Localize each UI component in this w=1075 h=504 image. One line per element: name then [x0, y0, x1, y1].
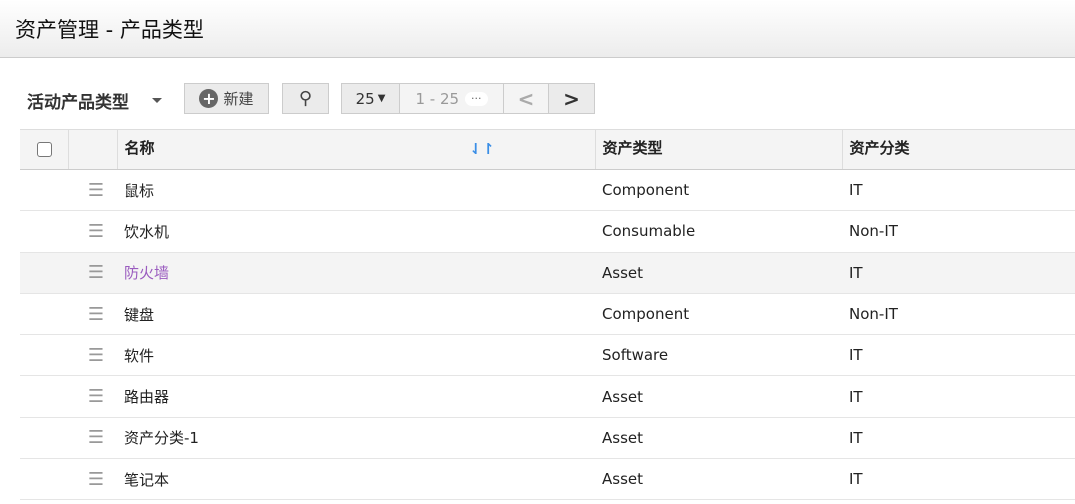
column-label: 名称: [124, 139, 155, 157]
asset-type-cell: Asset: [595, 458, 842, 501]
name-cell[interactable]: 键盘: [117, 293, 595, 336]
row-select-cell: [20, 169, 68, 212]
column-header-name[interactable]: 名称 ⇃↾: [116, 129, 595, 170]
select-all-header: [20, 129, 68, 170]
drag-handle-icon[interactable]: ☰: [68, 169, 117, 212]
name-cell[interactable]: 软件: [117, 334, 595, 377]
asset-category-cell: IT: [842, 334, 1075, 377]
view-selector[interactable]: 活动产品类型: [27, 88, 129, 119]
drag-handle-icon[interactable]: ☰: [68, 334, 117, 377]
new-label: 新建: [223, 90, 254, 108]
asset-category-cell: IT: [842, 417, 1075, 460]
drag-handle-icon[interactable]: ☰: [68, 458, 117, 501]
asset-category-cell: IT: [842, 169, 1075, 212]
drag-handle-icon[interactable]: ☰: [68, 417, 117, 460]
more-button[interactable]: ···: [465, 91, 488, 106]
table-row[interactable]: ☰ 路由器 Asset IT: [20, 375, 1075, 418]
asset-type-cell: Asset: [595, 252, 842, 294]
row-select-cell: [20, 334, 68, 377]
name-cell[interactable]: 笔记本: [117, 458, 595, 501]
asset-type-cell: Asset: [595, 375, 842, 418]
table-row[interactable]: ☰ 饮水机 Consumable Non-IT: [20, 210, 1075, 253]
drag-header: [67, 129, 117, 170]
table-row[interactable]: ☰ 资产分类-1 Asset IT: [20, 417, 1075, 460]
new-button[interactable]: + 新建: [184, 83, 269, 114]
name-cell[interactable]: 资产分类-1: [117, 417, 595, 460]
name-cell[interactable]: 路由器: [117, 375, 595, 418]
sort-icon[interactable]: ⇃↾: [469, 140, 494, 158]
table-row[interactable]: ☰ 软件 Software IT: [20, 334, 1075, 377]
asset-category-cell: IT: [842, 252, 1075, 294]
drag-handle-icon[interactable]: ☰: [68, 252, 117, 294]
per-page-select[interactable]: 25 ▼: [342, 84, 400, 113]
page-header: 资产管理 - 产品类型: [0, 0, 1075, 58]
name-text: 键盘: [124, 305, 155, 324]
asset-type-cell: Consumable: [595, 210, 842, 253]
row-select-cell: [20, 375, 68, 418]
search-icon: ⚲: [298, 88, 313, 109]
asset-type-cell: Asset: [595, 417, 842, 460]
table-row[interactable]: ☰ 笔记本 Asset IT: [20, 458, 1075, 501]
column-header-asset-category[interactable]: 资产分类: [841, 129, 1075, 170]
toolbar: 活动产品类型 + 新建 ⚲ 25 ▼ 1 - 25 ··· < >: [0, 83, 1075, 115]
search-button[interactable]: ⚲: [282, 83, 329, 114]
name-text: 软件: [124, 346, 155, 365]
name-link[interactable]: 防火墙: [124, 264, 169, 282]
table-row[interactable]: ☰ 键盘 Component Non-IT: [20, 293, 1075, 336]
drag-handle-icon[interactable]: ☰: [68, 293, 117, 336]
row-select-cell: [20, 417, 68, 460]
row-select-cell: [20, 252, 68, 294]
asset-category-cell: IT: [842, 375, 1075, 418]
asset-category-cell: IT: [842, 458, 1075, 501]
name-text: 饮水机: [124, 222, 170, 241]
name-cell[interactable]: 防火墙: [117, 252, 595, 294]
pagination: 25 ▼ 1 - 25 ··· < >: [341, 83, 595, 114]
row-select-cell: [20, 210, 68, 253]
asset-type-cell: Component: [595, 169, 842, 212]
asset-category-cell: Non-IT: [842, 293, 1075, 336]
asset-category-cell: Non-IT: [842, 210, 1075, 253]
drag-handle-icon[interactable]: ☰: [68, 210, 117, 253]
name-text: 资产分类-1: [124, 429, 199, 448]
row-select-cell: [20, 293, 68, 336]
name-text: 笔记本: [124, 470, 170, 489]
name-cell[interactable]: 鼠标: [117, 169, 595, 212]
chevron-down-icon[interactable]: [152, 98, 162, 108]
prev-page-button[interactable]: <: [504, 84, 549, 113]
caret-down-icon: ▼: [377, 93, 386, 104]
name-cell[interactable]: 饮水机: [117, 210, 595, 253]
next-page-button[interactable]: >: [549, 84, 594, 113]
name-text: 鼠标: [124, 181, 155, 200]
asset-type-cell: Component: [595, 293, 842, 336]
column-header-asset-type[interactable]: 资产类型: [594, 129, 842, 170]
product-type-table: 名称 ⇃↾ 资产类型 资产分类 ☰ 鼠标 Component IT ☰ 饮水机 C…: [20, 129, 1075, 501]
range-text: 1 - 25: [415, 89, 460, 108]
name-text: 路由器: [124, 388, 170, 407]
page-range: 1 - 25 ···: [400, 84, 504, 113]
page-title: 资产管理 - 产品类型: [15, 18, 204, 42]
select-all-checkbox[interactable]: [37, 142, 52, 157]
asset-type-cell: Software: [595, 334, 842, 377]
table-row[interactable]: ☰ 鼠标 Component IT: [20, 169, 1075, 212]
per-page-value: 25: [355, 89, 375, 108]
table-row[interactable]: ☰ 防火墙 Asset IT: [20, 252, 1075, 294]
plus-icon: +: [199, 89, 219, 108]
row-select-cell: [20, 458, 68, 501]
drag-handle-icon[interactable]: ☰: [68, 375, 117, 418]
